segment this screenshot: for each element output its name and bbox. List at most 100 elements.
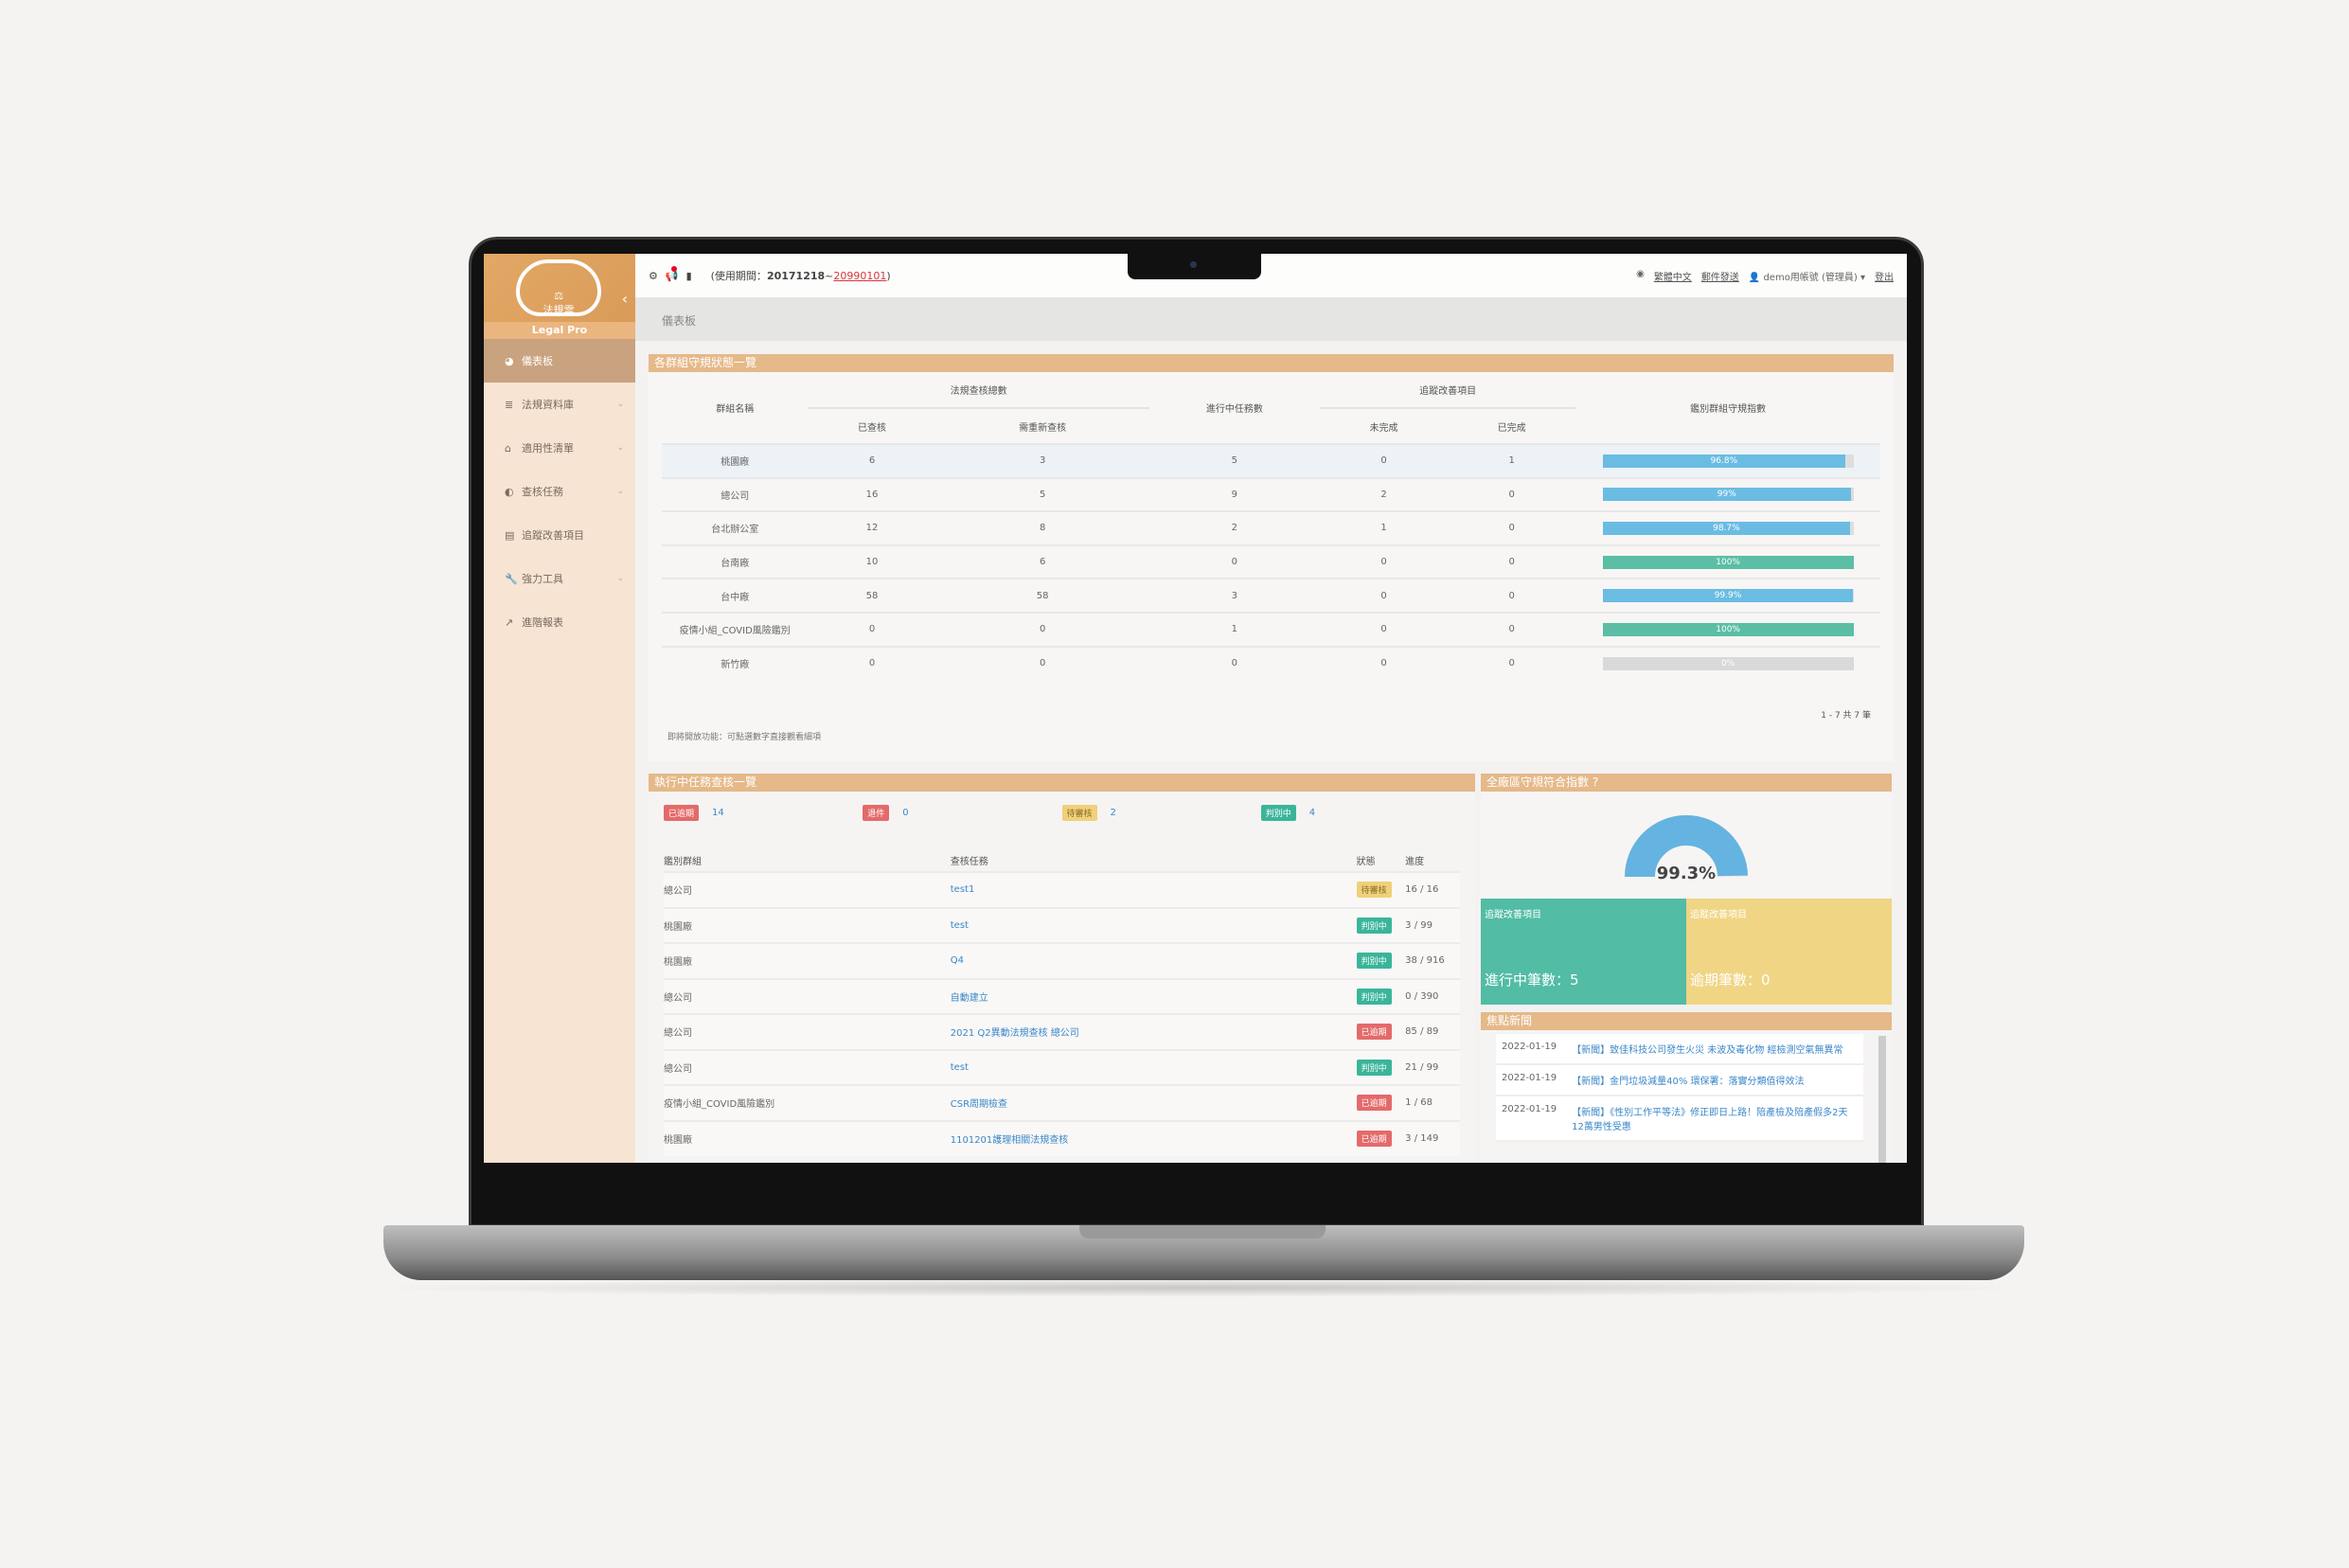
megaphone-icon[interactable]: 📢 bbox=[666, 265, 679, 282]
cell-group: 桃園廠 bbox=[664, 906, 951, 943]
cell-index: 100% bbox=[1575, 611, 1880, 647]
tracking-tile[interactable]: 追蹤改善項目 逾期筆數：0 bbox=[1686, 899, 1892, 1005]
table-row: 總公司 test 判別中 21 / 99 bbox=[664, 1048, 1460, 1085]
tile-count: 進行中筆數：5 bbox=[1485, 971, 1579, 989]
status-count[interactable]: 判別中 4 bbox=[1260, 805, 1460, 821]
news-item[interactable]: 2022-01-19 【新聞】《性別工作平等法》修正即日上路！陪產檢及陪產假多2天… bbox=[1496, 1096, 1863, 1142]
compliance-title: 全廠區守規符合指數 bbox=[1486, 775, 1590, 789]
cell-in-progress: 9 bbox=[1148, 476, 1320, 512]
col-task: 查核任務 bbox=[950, 857, 988, 867]
cell-group: 總公司 bbox=[664, 977, 951, 1014]
news-link[interactable]: 【新聞】《性別工作平等法》修正即日上路！陪產檢及陪產假多2天 12萬男性受惠 bbox=[1572, 1104, 1858, 1132]
status-badge: 判別中 bbox=[1356, 953, 1392, 970]
news-item[interactable]: 2022-01-19 【新聞】致佳科技公司發生火災 未波及毒化物 經檢測空氣無異常 bbox=[1496, 1034, 1863, 1065]
sidebar-item-label: 法規資料庫 bbox=[522, 399, 574, 411]
cell-reaudit: 58 bbox=[935, 578, 1149, 613]
count-value[interactable]: 4 bbox=[1309, 808, 1315, 818]
sidebar-item[interactable]: ↗ 進階報表 bbox=[484, 600, 635, 644]
cell-complete: 1 bbox=[1448, 443, 1576, 478]
book-icon[interactable]: ▮ bbox=[686, 270, 692, 282]
status-count[interactable]: 已逾期 14 bbox=[664, 805, 863, 821]
panel-title: 各群組守規狀態一覽 bbox=[649, 354, 1894, 372]
sidebar-item[interactable]: 🔧 強力工具 ⌄ bbox=[484, 557, 635, 600]
task-link[interactable]: 自動建立 bbox=[951, 993, 988, 1004]
tracking-tile[interactable]: 追蹤改善項目 進行中筆數：5 bbox=[1481, 899, 1686, 1005]
cell-group: 台南廠 bbox=[662, 543, 809, 579]
news-date: 2022-01-19 bbox=[1502, 1042, 1557, 1052]
collapse-sidebar-icon[interactable]: ‹ bbox=[622, 290, 628, 308]
cell-progress: 85 / 89 bbox=[1405, 1013, 1460, 1050]
cell-progress: 0 / 390 bbox=[1405, 977, 1460, 1014]
language-link[interactable]: 繁體中文 bbox=[1654, 269, 1692, 283]
news-link[interactable]: 【新聞】金門垃圾減量40% 環保署：落實分類值得效法 bbox=[1572, 1073, 1804, 1087]
sidebar-item[interactable]: ◐ 查核任務 ⌄ bbox=[484, 470, 635, 513]
table-row[interactable]: 台南廠 10 6 0 0 0 100% bbox=[662, 543, 1880, 579]
sidebar: ⚖ 法規雲 ‹ Legal Pro ◕ 儀表板 ≣ 法規資料庫 ⌄ ⌂ 適用性清單 ⌄ ◐ 查核任務… bbox=[484, 254, 635, 1163]
task-link[interactable]: 2021 Q2異動法規查核 總公司 bbox=[951, 1028, 1079, 1039]
table-row[interactable]: 桃園廠 6 3 5 0 1 96.8% bbox=[662, 443, 1880, 478]
sidebar-item[interactable]: ⌂ 適用性清單 ⌄ bbox=[484, 426, 635, 470]
cell-reaudit: 0 bbox=[935, 611, 1149, 647]
dashboard-icon: ◕ bbox=[505, 354, 514, 367]
progress-fill: 100% bbox=[1602, 555, 1854, 569]
progress-fill: 99.9% bbox=[1602, 589, 1854, 603]
task-link[interactable]: Q4 bbox=[951, 955, 964, 966]
user-name: demo用帳號 (管理員) bbox=[1763, 272, 1858, 283]
table-row[interactable]: 總公司 16 5 9 2 0 99% bbox=[662, 476, 1880, 512]
cell-progress: 21 / 99 bbox=[1405, 1048, 1460, 1085]
panel-title: 全廠區守規符合指數 ? bbox=[1481, 774, 1892, 792]
table-row[interactable]: 疫情小組_COVID風險鑑別 0 0 1 0 0 100% bbox=[662, 611, 1880, 647]
sidebar-item-label: 追蹤改善項目 bbox=[522, 529, 584, 542]
sidebar-item[interactable]: ◕ 儀表板 bbox=[484, 339, 635, 383]
task-link[interactable]: test1 bbox=[951, 884, 975, 895]
help-icon[interactable]: ? bbox=[1593, 775, 1598, 789]
cell-reaudit: 6 bbox=[935, 543, 1149, 579]
notification-dot bbox=[670, 265, 677, 272]
table-row[interactable]: 新竹廠 0 0 0 0 0 0% bbox=[662, 645, 1880, 681]
progress-bar: 100% bbox=[1602, 622, 1854, 636]
task-link[interactable]: test bbox=[951, 1062, 969, 1073]
task-link[interactable]: 1101201護理相關法規查核 bbox=[951, 1135, 1069, 1146]
status-count[interactable]: 待審核 2 bbox=[1061, 805, 1261, 821]
count-value[interactable]: 0 bbox=[902, 808, 908, 818]
news-scrollbar[interactable] bbox=[1878, 1036, 1886, 1163]
group-status-table: 群組名稱 法規查核總數 進行中任務數 追蹤改善項目 鑑別群組守規指數 已查核 需… bbox=[662, 372, 1880, 681]
tracking-tiles: 追蹤改善項目 進行中筆數：5 追蹤改善項目 逾期筆數：0 bbox=[1481, 899, 1892, 1005]
table-row: 總公司 自動建立 判別中 0 / 390 bbox=[664, 977, 1460, 1014]
status-badge: 待審核 bbox=[1356, 882, 1392, 899]
clipboard-icon: ▤ bbox=[505, 528, 515, 542]
logo-text: 法規雲 bbox=[543, 304, 575, 316]
count-value[interactable]: 2 bbox=[1111, 808, 1116, 818]
sidebar-item-label: 進階報表 bbox=[522, 616, 563, 629]
tasks-table: 鑑別群組 查核任務 狀態 進度 總公司 test1 待審核 16 / 16 桃園… bbox=[664, 849, 1460, 1156]
wrench-icon: 🔧 bbox=[505, 572, 518, 585]
cell-in-progress: 0 bbox=[1148, 543, 1320, 579]
col-progress: 進度 bbox=[1405, 857, 1425, 867]
cell-progress: 3 / 149 bbox=[1405, 1119, 1460, 1156]
status-badge: 待審核 bbox=[1061, 805, 1097, 821]
table-row[interactable]: 台北辦公室 12 8 2 1 0 98.7% bbox=[662, 510, 1880, 545]
task-link[interactable]: test bbox=[951, 920, 969, 931]
laptop-base bbox=[383, 1225, 2024, 1280]
product-name: Legal Pro bbox=[484, 322, 635, 339]
news-link[interactable]: 【新聞】致佳科技公司發生火災 未波及毒化物 經檢測空氣無異常 bbox=[1572, 1042, 1842, 1056]
sidebar-item-label: 適用性清單 bbox=[522, 442, 574, 454]
status-badge: 判別中 bbox=[1356, 988, 1392, 1005]
cell-complete: 0 bbox=[1448, 611, 1576, 647]
sitemap-icon[interactable]: ⚙ bbox=[649, 270, 658, 282]
status-count[interactable]: 退件 0 bbox=[863, 805, 1061, 821]
cell-group: 總公司 bbox=[664, 871, 951, 908]
mail-link[interactable]: 郵件發送 bbox=[1701, 269, 1739, 283]
cell-audited: 10 bbox=[808, 543, 936, 579]
count-value[interactable]: 14 bbox=[712, 808, 724, 818]
sidebar-item[interactable]: ▤ 追蹤改善項目 bbox=[484, 513, 635, 557]
cell-in-progress: 0 bbox=[1148, 645, 1320, 681]
table-row[interactable]: 台中廠 58 58 3 0 0 99.9% bbox=[662, 578, 1880, 613]
news-item[interactable]: 2022-01-19 【新聞】金門垃圾減量40% 環保署：落實分類值得效法 bbox=[1496, 1065, 1863, 1096]
cell-audited: 0 bbox=[808, 611, 936, 647]
logout-link[interactable]: 登出 bbox=[1875, 269, 1894, 283]
task-link[interactable]: CSR周期檢查 bbox=[951, 1099, 1007, 1110]
compliance-panel: 全廠區守規符合指數 ? 99.3% 追蹤改善項目 進行中筆數：5 追蹤改善項目 逾期筆… bbox=[1481, 774, 1892, 1163]
sidebar-item[interactable]: ≣ 法規資料庫 ⌄ bbox=[484, 383, 635, 426]
user-menu[interactable]: 👤 demo用帳號 (管理員) ▾ bbox=[1749, 269, 1865, 283]
